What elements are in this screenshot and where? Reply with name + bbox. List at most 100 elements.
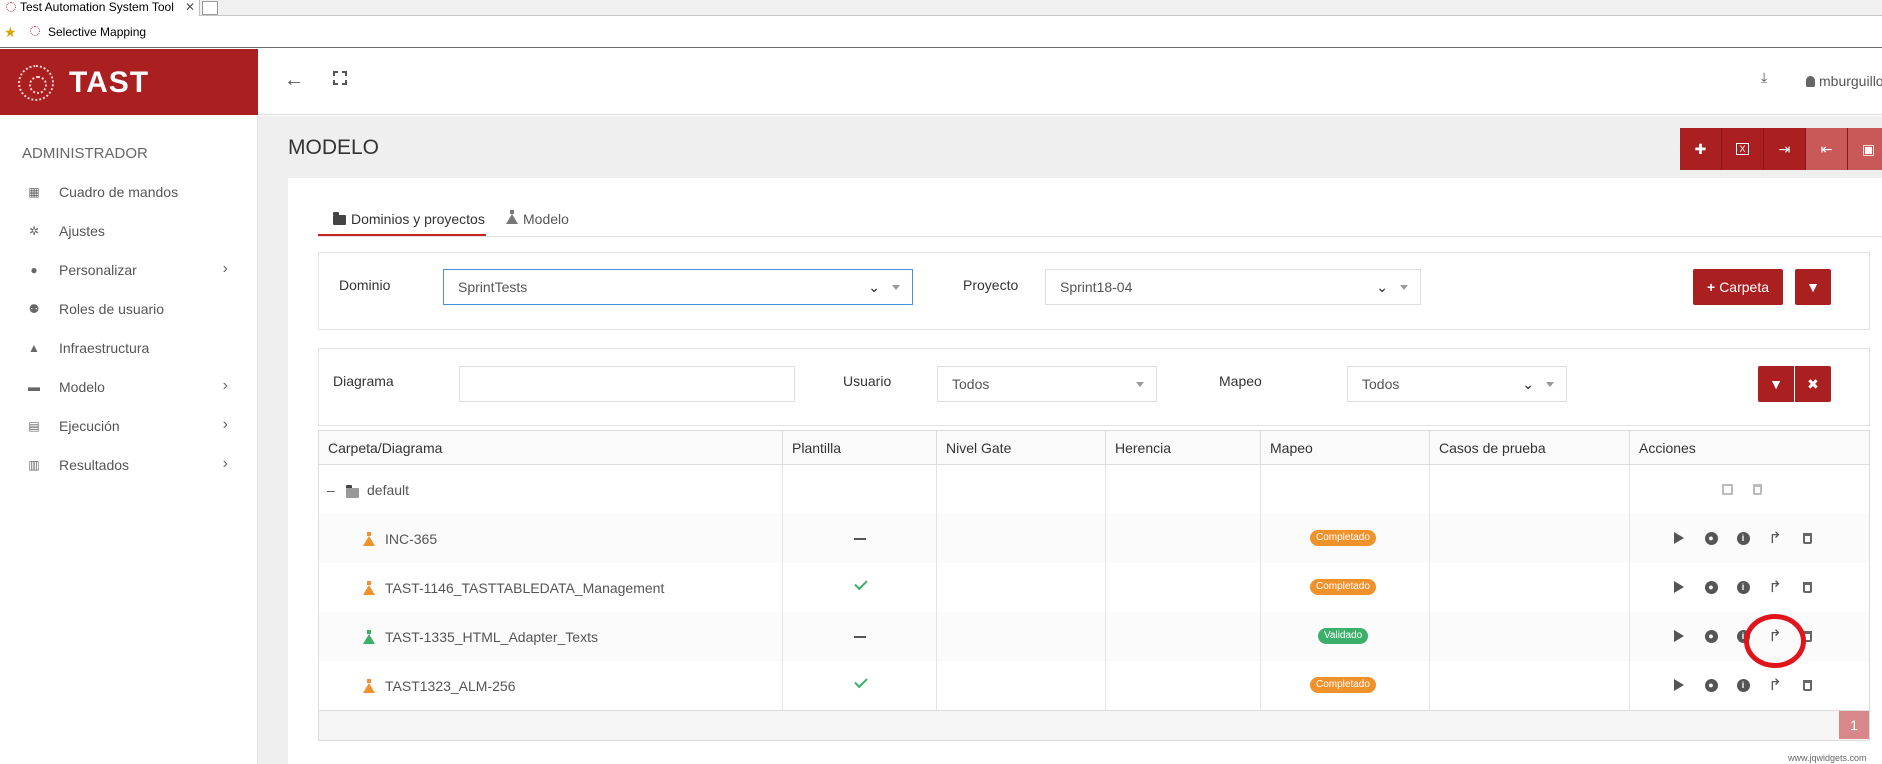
clear-filter-button[interactable]: ✖ [1795, 366, 1831, 402]
chevron-down-icon: ⌄ [1376, 279, 1388, 295]
share-icon[interactable]: ↱ [1766, 676, 1784, 694]
play-icon[interactable] [1670, 578, 1688, 596]
table-row[interactable]: TAST1323_ALM-256 Completado ● i ↱ [319, 661, 1869, 710]
chevron-right-icon: › [222, 416, 228, 433]
user-circle-icon[interactable]: ● [1702, 676, 1720, 694]
grid-header: Carpeta/Diagrama Plantilla Nivel Gate He… [319, 431, 1869, 465]
tast-favicon [6, 2, 16, 12]
play-icon[interactable] [1670, 676, 1688, 694]
briefcase-icon: ▬ [28, 380, 40, 394]
sidebar-item-personalizar[interactable]: ● Personalizar › [0, 251, 258, 290]
jqwidgets-watermark: www.jqwidgets.com [1788, 753, 1867, 763]
new-tab-icon[interactable] [202, 1, 218, 15]
edit-icon[interactable] [1718, 480, 1736, 498]
sidebar-item-roles-de-usuario[interactable]: ⚉ Roles de usuario [0, 290, 258, 329]
dropdown-caret-icon [892, 285, 900, 290]
status-badge: Completado [1310, 677, 1376, 693]
sidebar-item-ejecucion[interactable]: ▤ Ejecución › [0, 407, 258, 446]
back-arrow-icon[interactable]: ← [284, 69, 304, 92]
usuario-select[interactable]: Todos [937, 366, 1157, 402]
diagram-name[interactable]: INC-365 [385, 531, 437, 547]
diagram-name[interactable]: TAST-1335_HTML_Adapter_Texts [385, 629, 598, 645]
favorite-link-selective-mapping[interactable]: Selective Mapping [48, 25, 146, 39]
column-header-carpeta[interactable]: Carpeta/Diagrama [319, 431, 782, 465]
tab-modelo[interactable]: Modelo [506, 204, 586, 236]
collapse-toggle[interactable]: – [327, 482, 335, 498]
flask-icon [363, 679, 375, 693]
page-button[interactable]: 1 [1839, 711, 1869, 739]
user-menu[interactable]: mburguillo [1806, 73, 1882, 89]
fullscreen-icon[interactable] [333, 71, 347, 85]
table-row[interactable]: TAST-1146_TASTTABLEDATA_Management Compl… [319, 563, 1869, 612]
dropdown-caret-icon [1546, 382, 1554, 387]
sidebar-item-label: Ajustes [59, 223, 105, 239]
mapeo-select[interactable]: Todos ⌄ [1347, 366, 1567, 402]
status-badge: Validado [1318, 628, 1369, 644]
column-header-casos-de-prueba[interactable]: Casos de prueba [1429, 431, 1629, 465]
road-icon: ▲ [28, 341, 40, 355]
trash-icon[interactable] [1748, 480, 1766, 498]
user-circle-icon[interactable]: ● [1702, 529, 1720, 547]
play-icon[interactable] [1670, 529, 1688, 547]
sidebar-item-modelo[interactable]: ▬ Modelo › [0, 368, 258, 407]
close-tab-icon[interactable]: ✕ [185, 0, 195, 15]
browser-tab[interactable]: Test Automation System Tool ✕ [0, 0, 200, 16]
username: mburguillo [1819, 73, 1882, 89]
play-icon[interactable] [1670, 627, 1688, 645]
table-row[interactable]: INC-365 Completado ● i ↱ [319, 514, 1869, 563]
filter-button[interactable]: ▼ [1795, 269, 1831, 305]
export-excel-button[interactable]: X [1722, 128, 1764, 170]
dash-icon [854, 636, 866, 638]
diagram-name[interactable]: TAST-1146_TASTTABLEDATA_Management [385, 580, 664, 596]
save-button[interactable]: ▣ [1848, 128, 1882, 170]
sidebar: ADMINISTRADOR ▦ Cuadro de mandos ✲ Ajust… [0, 115, 258, 764]
brand-name[interactable]: TAST [69, 66, 149, 100]
proyecto-value: Sprint18-04 [1060, 279, 1133, 295]
diagrama-input[interactable] [459, 366, 795, 402]
info-icon[interactable]: i [1734, 676, 1752, 694]
folder-open-icon [346, 485, 359, 498]
column-header-acciones[interactable]: Acciones [1629, 431, 1871, 465]
mapeo-value: Todos [1362, 376, 1400, 392]
selective-mapping-favicon [30, 26, 40, 36]
sidebar-item-infraestructura[interactable]: ▲ Infraestructura [0, 329, 258, 368]
filter-icon: ▼ [1769, 376, 1783, 392]
sidebar-item-ajustes[interactable]: ✲ Ajustes [0, 212, 258, 251]
tab-label: Dominios y proyectos [351, 211, 485, 227]
add-carpeta-button[interactable]: + Carpeta [1693, 269, 1783, 305]
share-icon[interactable]: ↱ [1766, 529, 1784, 547]
share-icon[interactable]: ↱ [1766, 578, 1784, 596]
info-icon[interactable]: i [1734, 578, 1752, 596]
dominio-select[interactable]: SprintTests ⌄ [443, 269, 913, 305]
download-icon[interactable]: ⤓ [1761, 69, 1767, 86]
table-row-folder[interactable]: – default [319, 465, 1869, 514]
user-circle-icon[interactable]: ● [1702, 627, 1720, 645]
trash-icon[interactable] [1798, 529, 1816, 547]
mapeo-label: Mapeo [1219, 373, 1262, 389]
column-header-herencia[interactable]: Herencia [1105, 431, 1260, 465]
import-button[interactable]: ⇥ [1764, 128, 1806, 170]
apply-filter-button[interactable]: ▼ [1758, 366, 1794, 402]
column-header-plantilla[interactable]: Plantilla [782, 431, 936, 465]
trash-icon[interactable] [1798, 578, 1816, 596]
folder-icon [333, 212, 346, 225]
sidebar-item-cuadro-de-mandos[interactable]: ▦ Cuadro de mandos [0, 173, 258, 212]
diagram-name[interactable]: TAST1323_ALM-256 [385, 678, 515, 694]
user-circle-icon[interactable]: ● [1702, 578, 1720, 596]
favorites-star-icon[interactable]: ★ [4, 24, 17, 41]
diagram-filter: Diagrama Usuario Todos Mapeo Todos ⌄ ▼ ✖ [318, 348, 1870, 426]
proyecto-select[interactable]: Sprint18-04 ⌄ [1045, 269, 1421, 305]
dropdown-caret-icon [1400, 285, 1408, 290]
trash-icon[interactable] [1798, 676, 1816, 694]
column-header-mapeo[interactable]: Mapeo [1260, 431, 1429, 465]
info-icon[interactable]: i [1734, 529, 1752, 547]
export-icon: ⇤ [1820, 140, 1833, 157]
add-button[interactable]: ✚ [1680, 128, 1722, 170]
export-button[interactable]: ⇤ [1806, 128, 1848, 170]
sidebar-item-resultados[interactable]: ▥ Resultados › [0, 446, 258, 485]
tab-dominios-y-proyectos[interactable]: Dominios y proyectos [318, 204, 486, 236]
column-header-nivel-gate[interactable]: Nivel Gate [936, 431, 1105, 465]
diagrama-label: Diagrama [333, 373, 394, 389]
table-row[interactable]: TAST-1335_HTML_Adapter_Texts Validado ● … [319, 612, 1869, 661]
diagrams-grid: Carpeta/Diagrama Plantilla Nivel Gate He… [318, 430, 1870, 741]
